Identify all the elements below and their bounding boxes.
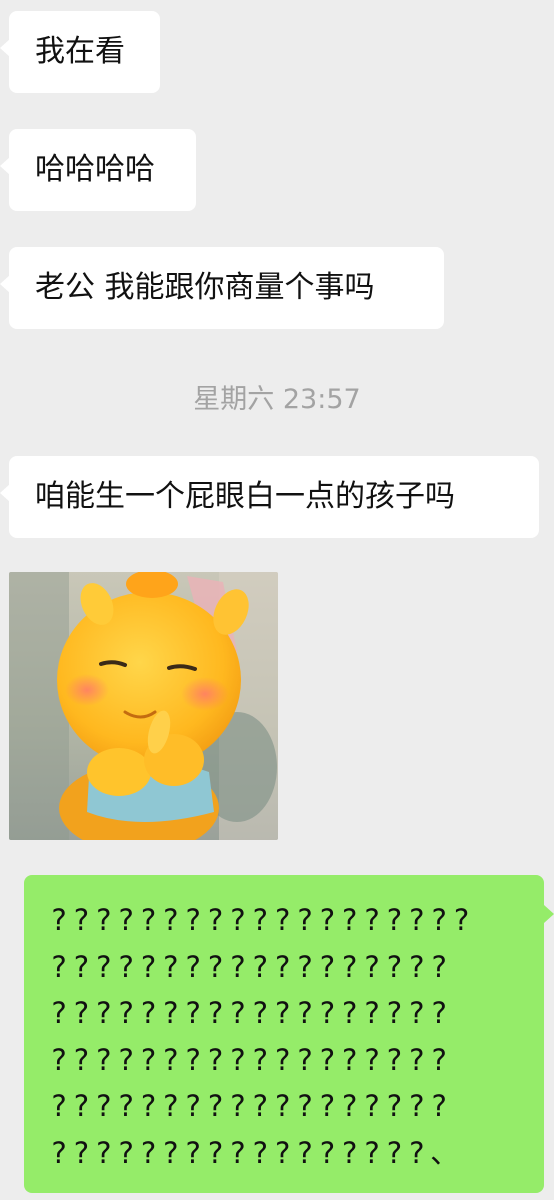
- message-text: 哈哈哈哈: [35, 152, 155, 187]
- message-text-line: ?????????????????、: [50, 1135, 465, 1170]
- message-text-line: ??????????????????: [50, 949, 453, 984]
- message-text: 老公 我能跟你商量个事吗: [35, 270, 375, 305]
- message-text: 咱能生一个屁眼白一点的孩子吗: [35, 479, 455, 514]
- message-text-line: ???????????????????: [50, 903, 475, 937]
- message-text-line: ??????????????????: [50, 996, 453, 1031]
- cartoon-yellow-creature-sticker-icon: [9, 572, 278, 840]
- message-bubble-incoming[interactable]: 我在看: [0, 11, 160, 93]
- message-bubble-incoming[interactable]: 咱能生一个屁眼白一点的孩子吗: [0, 456, 539, 538]
- message-bubble-incoming[interactable]: 老公 我能跟你商量个事吗: [0, 247, 444, 329]
- message-timestamp: 星期六 23:57: [193, 384, 361, 415]
- chat-view: 我在看 哈哈哈哈 老公 我能跟你商量个事吗 星期六 23:57 咱能生一个屁眼白…: [0, 0, 554, 1200]
- message-bubble-incoming[interactable]: 哈哈哈哈: [0, 129, 196, 211]
- sticker-image[interactable]: [9, 572, 278, 840]
- message-bubble-outgoing[interactable]: ??????????????????? ?????????????????? ?…: [24, 875, 554, 1193]
- message-text-line: ??????????????????: [50, 1042, 453, 1077]
- message-text-line: ??????????????????: [50, 1089, 453, 1124]
- message-text: 我在看: [35, 34, 125, 69]
